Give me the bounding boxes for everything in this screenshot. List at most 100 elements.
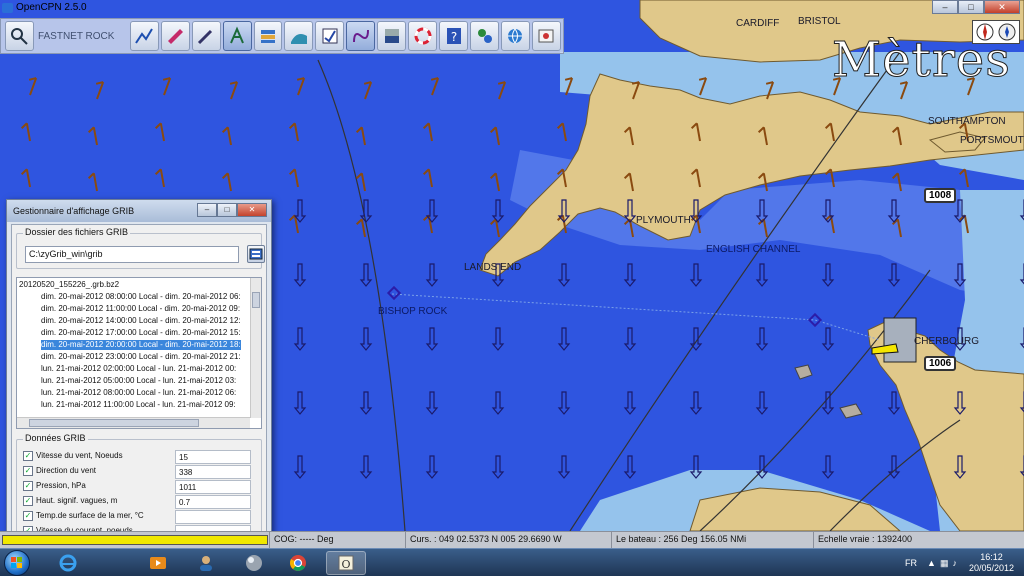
tray-language[interactable]: FR [905,558,917,568]
current-arrow [887,391,901,415]
tree-entry[interactable]: dim. 20-mai-2012 23:00:00 Local - dim. 2… [41,352,241,362]
current-arrow [491,391,505,415]
grib-dialog-maximize-button[interactable]: □ [217,203,237,217]
toolbar-button-grib[interactable] [470,21,500,51]
boat-photo-marker [883,317,917,363]
tree-vertical-scroll-thumb[interactable] [252,292,260,308]
grib-data-checkbox[interactable]: ✓ [23,496,33,506]
tree-entry[interactable]: dim. 20-mai-2012 11:00:00 Local - dim. 2… [41,304,240,314]
toolbar-button-lifebuoy[interactable] [408,21,438,51]
grib-data-checkbox[interactable]: ✓ [23,451,33,461]
lifebuoy-icon [414,27,432,45]
tree-entry[interactable]: dim. 20-mai-2012 20:00:00 Local - dim. 2… [41,340,241,350]
toolbar-button-text[interactable] [222,21,252,51]
taskbar-ie[interactable] [48,551,88,575]
user-icon [200,556,212,571]
waypoint-channel [807,312,823,328]
current-arrow [623,327,637,351]
toolbar-button-chart-check[interactable] [315,21,345,51]
current-arrow [821,263,835,287]
status-bar: COG: ----- Deg Curs. : 049 02.5373 N 005… [0,531,1024,548]
current-arrow [293,263,307,287]
tree-root-file[interactable]: 20120520_155226_.grb.bz2 [19,280,119,290]
start-button[interactable] [4,550,30,576]
taskbar-sphere[interactable] [234,551,274,575]
current-arrow [425,455,439,479]
tree-entry[interactable]: lun. 21-mai-2012 02:00:00 Local - lun. 2… [41,364,236,374]
grib-folder-group-title: Dossier des fichiers GRIB [23,227,131,237]
toolbar-button-zoom[interactable] [5,21,34,51]
status-cursor-position: Curs. : 049 02.5373 N 005 29.6690 W [406,532,612,548]
toolbar-button-globe[interactable] [501,21,530,51]
current-arrow [425,327,439,351]
taskbar-media-player[interactable] [138,551,178,575]
grib-data-checkbox[interactable]: ✓ [23,481,33,491]
close-button[interactable]: ✕ [984,0,1020,14]
wind-barb [20,168,31,188]
grib-file-tree[interactable]: 20120520_155226_.grb.bz2 dim. 20-mai-2012… [16,277,262,429]
toolbar-button-help[interactable]: ? [439,21,469,51]
current-arrow [359,455,373,479]
toolbar-button-boat[interactable] [160,21,190,51]
toolbar-button-tide[interactable] [284,21,314,51]
current-arrow [887,263,901,287]
grib-folder-path-field[interactable]: C:\zyGrib_win\grib [25,246,239,263]
grib-dialog-close-button[interactable]: ✕ [237,203,267,217]
tray-network-icon[interactable]: ▦ [940,558,949,569]
toolbar-button-depth[interactable] [377,21,407,51]
grib-dialog-titlebar[interactable]: Gestionnaire d'affichage GRIB – □ ✕ [7,200,271,222]
layers-icon [260,30,275,43]
place-southampton: SOUTHAMPTON [928,116,1006,127]
toolbar-button-curve[interactable] [346,21,376,51]
tree-horizontal-scrollbar[interactable] [17,417,250,428]
minimize-button[interactable]: – [932,0,958,14]
chrome-icon [290,555,306,571]
status-boat-bearing: Le bateau : 256 Deg 156.05 NMi [612,532,814,548]
current-arrow [689,391,703,415]
grib-dialog-minimize-button[interactable]: – [197,203,217,217]
tree-entry[interactable]: dim. 20-mai-2012 08:00:00 Local - dim. 2… [41,292,241,302]
toolbar-button-layers[interactable] [253,21,283,51]
tree-entry[interactable]: lun. 21-mai-2012 08:00:00 Local - lun. 2… [41,388,236,398]
grib-data-checkbox[interactable]: ✓ [23,466,33,476]
taskbar-user[interactable] [186,551,226,575]
grib-data-checkbox[interactable]: ✓ [23,511,33,521]
compass-widget[interactable] [972,20,1020,44]
tray-arrow-icon[interactable]: ▲ [927,558,936,569]
tree-entry[interactable]: dim. 20-mai-2012 17:00:00 Local - dim. 2… [41,328,241,338]
system-tray: FR ▲ ▦ ♪ 16:12 20/05/2012 [905,549,1024,576]
app-titlebar: OpenCPN 2.5.0 [0,0,480,16]
current-arrow [293,455,307,479]
route-badge-1006[interactable]: 1006 [924,356,957,371]
route-badge-1008[interactable]: 1008 [924,188,957,203]
window-controls: – □ ✕ [932,0,1020,14]
tray-volume-icon[interactable]: ♪ [952,558,957,569]
wind-barb [229,81,239,100]
tree-entry[interactable]: lun. 21-mai-2012 11:00:00 Local - lun. 2… [41,400,236,410]
tree-horizontal-scroll-thumb[interactable] [29,419,199,427]
wind-barb [958,168,969,188]
taskbar-opencpn[interactable]: O [326,551,366,575]
svg-text:?: ? [450,30,456,44]
browse-folder-button[interactable] [247,245,265,263]
place-cherbourg: CHERBOURG [914,336,980,347]
tree-entry[interactable]: lun. 21-mai-2012 05:00:00 Local - lun. 2… [41,376,236,386]
taskbar-chrome[interactable] [278,551,318,575]
tray-clock[interactable]: 16:12 20/05/2012 [969,552,1014,574]
progress-cell [0,532,270,548]
toolbar-button-settings[interactable] [531,21,561,51]
toolbar-button-route[interactable] [129,21,159,51]
opencpn-icon: O [338,555,354,571]
wind-barb [489,172,500,192]
place-plymouth: PLYMOUTH [636,215,691,226]
tree-vertical-scrollbar[interactable] [250,278,261,418]
wind-barb [87,126,98,146]
grib-data-row: ✓ Pression, hPa 1011 [23,480,259,494]
status-scale: Echelle vraie : 1392400 [818,534,913,544]
maximize-button[interactable]: □ [958,0,984,14]
toolbar-button-pen[interactable] [191,21,221,51]
current-arrow [293,391,307,415]
tree-entry[interactable]: dim. 20-mai-2012 14:00:00 Local - dim. 2… [41,316,241,326]
progress-bar-fill [3,536,267,544]
current-location-label: FASTNET ROCK [37,30,115,42]
